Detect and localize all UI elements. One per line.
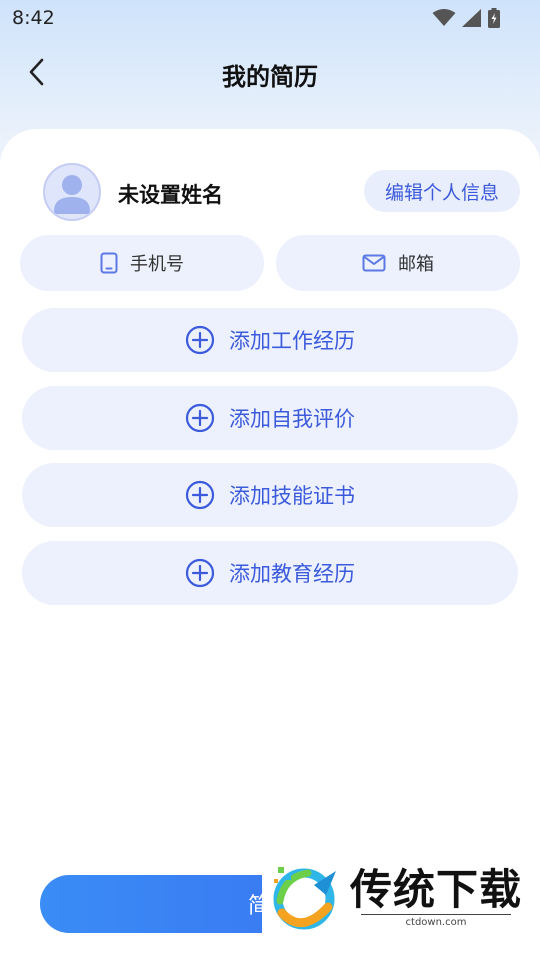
- status-time: 8:42: [12, 7, 55, 29]
- add-education-button[interactable]: 添加教育经历: [22, 541, 518, 605]
- phone-field[interactable]: 手机号: [20, 235, 264, 291]
- wifi-icon: [432, 9, 456, 26]
- status-icons: [432, 8, 500, 28]
- section-label: 添加工作经历: [229, 329, 355, 353]
- section-label: 添加教育经历: [229, 562, 355, 586]
- battery-icon: [488, 8, 500, 28]
- plus-circle-icon: [185, 558, 215, 588]
- add-skill-certificate-button[interactable]: 添加技能证书: [22, 463, 518, 527]
- add-self-evaluation-button[interactable]: 添加自我评价: [22, 386, 518, 450]
- plus-circle-icon: [185, 325, 215, 355]
- title-bar: 我的简历: [0, 44, 540, 102]
- email-field[interactable]: 邮箱: [276, 235, 520, 291]
- watermark-text: 传统下载 ctdown.com: [350, 865, 523, 929]
- page-title: 我的简历: [222, 63, 318, 91]
- section-label: 添加自我评价: [229, 407, 355, 431]
- section-label: 添加技能证书: [229, 484, 355, 508]
- watermark-url: ctdown.com: [361, 914, 511, 928]
- status-bar: 8:42: [0, 0, 540, 38]
- watermark: 传统下载 ctdown.com: [262, 858, 540, 936]
- avatar-figure: [54, 175, 90, 214]
- signal-icon: [462, 9, 481, 27]
- user-name: 未设置姓名: [118, 183, 223, 207]
- email-label: 邮箱: [398, 254, 434, 275]
- watermark-brand: 传统下载: [350, 865, 523, 914]
- phone-label: 手机号: [130, 254, 184, 275]
- watermark-logo-icon: [273, 867, 336, 930]
- plus-circle-icon: [185, 480, 215, 510]
- add-work-experience-button[interactable]: 添加工作经历: [22, 308, 518, 372]
- phone-icon: [100, 252, 118, 274]
- user-avatar-icon[interactable]: [43, 163, 101, 221]
- mail-icon: [362, 254, 386, 272]
- plus-circle-icon: [185, 403, 215, 433]
- edit-profile-button[interactable]: 编辑个人信息: [364, 170, 520, 212]
